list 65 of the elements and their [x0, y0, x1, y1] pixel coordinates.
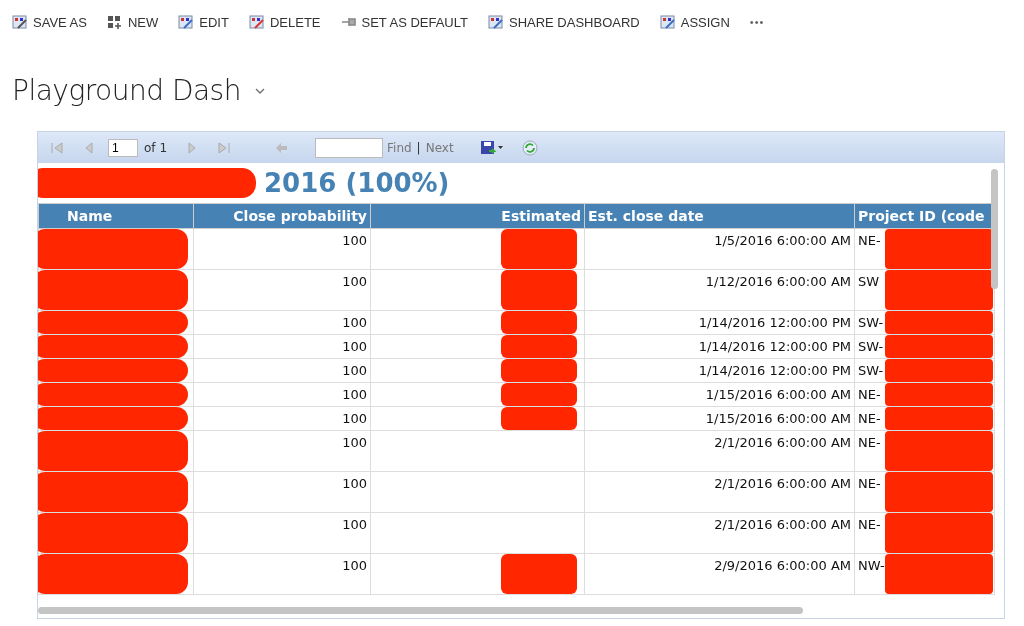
grid-icon	[178, 15, 195, 29]
pin-icon	[340, 15, 357, 29]
table-cell: 100	[193, 269, 371, 311]
more-button[interactable]: •••	[749, 16, 765, 28]
column-header[interactable]: Est. close date	[584, 203, 855, 229]
table-cell: 100	[193, 430, 371, 472]
table-cell: 100	[193, 553, 371, 595]
page-count: of 1	[144, 140, 167, 155]
table-cell: SW	[858, 274, 880, 289]
grid-icon	[248, 15, 265, 29]
last-page-icon[interactable]	[217, 140, 231, 155]
grid-plus-icon	[106, 15, 123, 29]
table-cell: 1/14/2016 12:00:00 PM	[584, 358, 855, 383]
command-button[interactable]: NEW	[106, 14, 159, 30]
table-cell: NE-	[858, 517, 881, 532]
table-cell: 100	[193, 512, 371, 554]
table-cell: 100	[193, 358, 371, 383]
command-button[interactable]: SET AS DEFAULT	[340, 14, 468, 30]
table-cell: 2/9/2016 6:00:00 AM	[584, 553, 855, 595]
table-cell: 1/5/2016 6:00:00 AM	[584, 228, 855, 270]
table-cell: SW-	[858, 339, 884, 354]
page-number-field[interactable]: 1	[108, 138, 138, 157]
table-cell: NE-	[858, 387, 881, 402]
table-cell: 2/1/2016 6:00:00 AM	[584, 512, 855, 554]
table-cell: 100	[193, 382, 371, 407]
command-button[interactable]: ASSIGN	[659, 14, 730, 30]
separator-text: |	[416, 140, 421, 155]
table-cell: NE-	[858, 435, 881, 450]
chevron-down-icon[interactable]	[254, 86, 265, 95]
grid-icon	[12, 15, 28, 29]
table-cell: 1/14/2016 12:00:00 PM	[584, 334, 855, 359]
report-heading: 2016 (100%)	[264, 168, 450, 198]
command-button[interactable]: DELETE	[248, 14, 321, 30]
find-field[interactable]	[315, 137, 383, 158]
vertical-scrollbar[interactable]	[991, 169, 998, 289]
table-cell: NE-	[858, 476, 881, 491]
table-cell: 100	[193, 228, 371, 270]
horizontal-scrollbar[interactable]	[38, 607, 803, 614]
column-header[interactable]: Estimated	[370, 203, 585, 229]
table-cell: 100	[193, 310, 371, 335]
grid-icon	[659, 15, 676, 29]
command-button[interactable]: SHARE DASHBOARD	[487, 14, 640, 30]
table-cell: NW-	[858, 558, 885, 573]
table-cell: 2/1/2016 6:00:00 AM	[584, 430, 855, 472]
export-disk-icon[interactable]	[479, 139, 504, 156]
table-cell: 1/12/2016 6:00:00 AM	[584, 269, 855, 311]
column-header[interactable]: Name	[38, 203, 194, 229]
column-header[interactable]: Close probability	[193, 203, 371, 229]
dashboard-title: Playground Dash	[12, 74, 241, 107]
table-cell: 1/15/2016 6:00:00 AM	[584, 406, 855, 431]
table-cell: 2/1/2016 6:00:00 AM	[584, 471, 855, 513]
first-page-icon[interactable]	[50, 140, 64, 155]
command-button[interactable]: EDIT	[178, 14, 229, 30]
table-cell: SW-	[858, 363, 884, 378]
table-cell: 100	[193, 471, 371, 513]
grid-icon	[487, 15, 504, 29]
table-cell: 1/15/2016 6:00:00 AM	[584, 382, 855, 407]
table-cell: 100	[193, 334, 371, 359]
table-cell: NE-	[858, 411, 881, 426]
table-cell: NE-	[858, 233, 881, 248]
table-cell: 1/14/2016 12:00:00 PM	[584, 310, 855, 335]
command-button[interactable]: SAVE AS	[12, 14, 87, 30]
table-cell: SW-	[858, 315, 884, 330]
table-cell: 100	[193, 406, 371, 431]
refresh-icon[interactable]	[521, 139, 538, 156]
